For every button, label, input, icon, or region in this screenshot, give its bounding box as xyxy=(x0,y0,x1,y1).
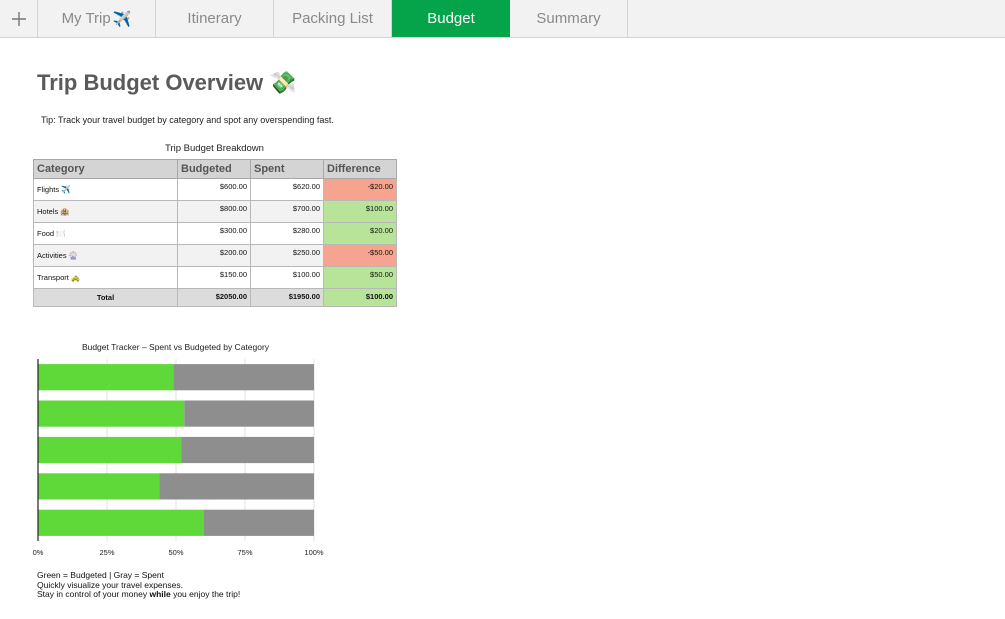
footer-text: you enjoy the trip! xyxy=(170,589,241,599)
budgeted-bar xyxy=(38,436,182,464)
spent-bar xyxy=(184,400,314,427)
category-cell[interactable]: Hotels 🏨 xyxy=(33,200,178,223)
x-tick-label: 50% xyxy=(168,548,183,557)
footer-bold-text: while xyxy=(149,589,171,599)
budget-tracker-chart[interactable]: 0% 25% 50% 75% 100% xyxy=(20,355,340,560)
difference-cell[interactable]: -$20.00 xyxy=(323,178,397,201)
spent-bar xyxy=(181,436,314,464)
x-tick-label: 100% xyxy=(304,548,324,557)
tip-text: Tip: Track your travel budget by categor… xyxy=(41,115,334,125)
column-header-spent[interactable]: Spent xyxy=(250,159,324,179)
budgeted-bar xyxy=(38,473,160,500)
airplane-icon: ✈️ xyxy=(112,10,132,28)
difference-cell[interactable]: -$50.00 xyxy=(323,244,397,267)
budgeted-bar xyxy=(38,509,204,536)
spent-cell[interactable]: $700.00 xyxy=(250,200,324,223)
tab-label: Packing List xyxy=(292,10,373,27)
chart-footer: Green = Budgeted | Gray = Spent Quickly … xyxy=(37,570,241,600)
tab-packing-list[interactable]: Packing List xyxy=(274,0,392,37)
difference-cell[interactable]: $50.00 xyxy=(323,266,397,289)
table-row: Flights ✈️ $600.00 $620.00 -$20.00 xyxy=(33,178,397,201)
chart-title: Budget Tracker – Spent vs Budgeted by Ca… xyxy=(81,342,270,352)
spent-cell[interactable]: $620.00 xyxy=(250,178,324,201)
tab-budget[interactable]: Budget xyxy=(392,0,510,37)
table-row: Hotels 🏨 $800.00 $700.00 $100.00 xyxy=(33,200,397,223)
total-difference-cell[interactable]: $100.00 xyxy=(323,288,397,307)
difference-cell[interactable]: $20.00 xyxy=(323,222,397,245)
column-header-difference[interactable]: Difference xyxy=(323,159,397,179)
spent-bar xyxy=(159,473,314,500)
table-header-row: Category Budgeted Spent Difference xyxy=(33,159,397,179)
budgeted-cell[interactable]: $600.00 xyxy=(177,178,251,201)
spent-cell[interactable]: $250.00 xyxy=(250,244,324,267)
page-title: Trip Budget Overview 💸 xyxy=(37,70,297,95)
budget-table: Category Budgeted Spent Difference Fligh… xyxy=(33,159,397,307)
difference-cell[interactable]: $100.00 xyxy=(323,200,397,223)
column-header-category[interactable]: Category xyxy=(33,159,178,179)
budgeted-bar xyxy=(38,364,174,391)
budgeted-cell[interactable]: $800.00 xyxy=(177,200,251,223)
category-cell[interactable]: Food 🍽️ xyxy=(33,222,178,245)
total-spent-cell[interactable]: $1950.00 xyxy=(250,288,324,307)
plus-icon xyxy=(11,11,26,26)
tab-itinerary[interactable]: Itinerary xyxy=(156,0,274,37)
x-tick-label: 0% xyxy=(33,548,44,557)
budgeted-cell[interactable]: $200.00 xyxy=(177,244,251,267)
budgeted-cell[interactable]: $300.00 xyxy=(177,222,251,245)
category-cell[interactable]: Flights ✈️ xyxy=(33,178,178,201)
tab-label: Summary xyxy=(536,10,601,27)
tab-label: Budget xyxy=(427,10,475,27)
category-cell[interactable]: Transport 🚕 xyxy=(33,266,178,289)
spent-bar xyxy=(173,364,314,391)
table-row: Activities 🎡 $200.00 $250.00 -$50.00 xyxy=(33,244,397,267)
table-row: Transport 🚕 $150.00 $100.00 $50.00 xyxy=(33,266,397,289)
tab-summary[interactable]: Summary xyxy=(510,0,628,37)
tab-my-trip[interactable]: My Trip ✈️ xyxy=(38,0,156,37)
add-sheet-button[interactable] xyxy=(0,0,38,37)
footer-text: Stay in control of your money xyxy=(37,589,150,599)
total-row: Total $2050.00 $1950.00 $100.00 xyxy=(33,288,397,307)
spent-cell[interactable]: $280.00 xyxy=(250,222,324,245)
total-label-cell[interactable]: Total xyxy=(33,288,178,307)
table-row: Food 🍽️ $300.00 $280.00 $20.00 xyxy=(33,222,397,245)
spent-cell[interactable]: $100.00 xyxy=(250,266,324,289)
total-budgeted-cell[interactable]: $2050.00 xyxy=(177,288,251,307)
spent-bar xyxy=(203,509,314,536)
footer-line: Stay in control of your money while you … xyxy=(37,589,241,600)
budgeted-cell[interactable]: $150.00 xyxy=(177,266,251,289)
x-tick-label: 25% xyxy=(99,548,114,557)
tab-label: Itinerary xyxy=(187,10,242,27)
tab-label: My Trip xyxy=(61,10,111,27)
table-caption: Trip Budget Breakdown xyxy=(165,143,264,154)
x-tick-label: 75% xyxy=(237,548,252,557)
column-header-budgeted[interactable]: Budgeted xyxy=(177,159,251,179)
budgeted-bar xyxy=(38,400,185,427)
category-cell[interactable]: Activities 🎡 xyxy=(33,244,178,267)
sheet-tab-bar: My Trip ✈️ Itinerary Packing List Budget … xyxy=(0,0,1005,38)
